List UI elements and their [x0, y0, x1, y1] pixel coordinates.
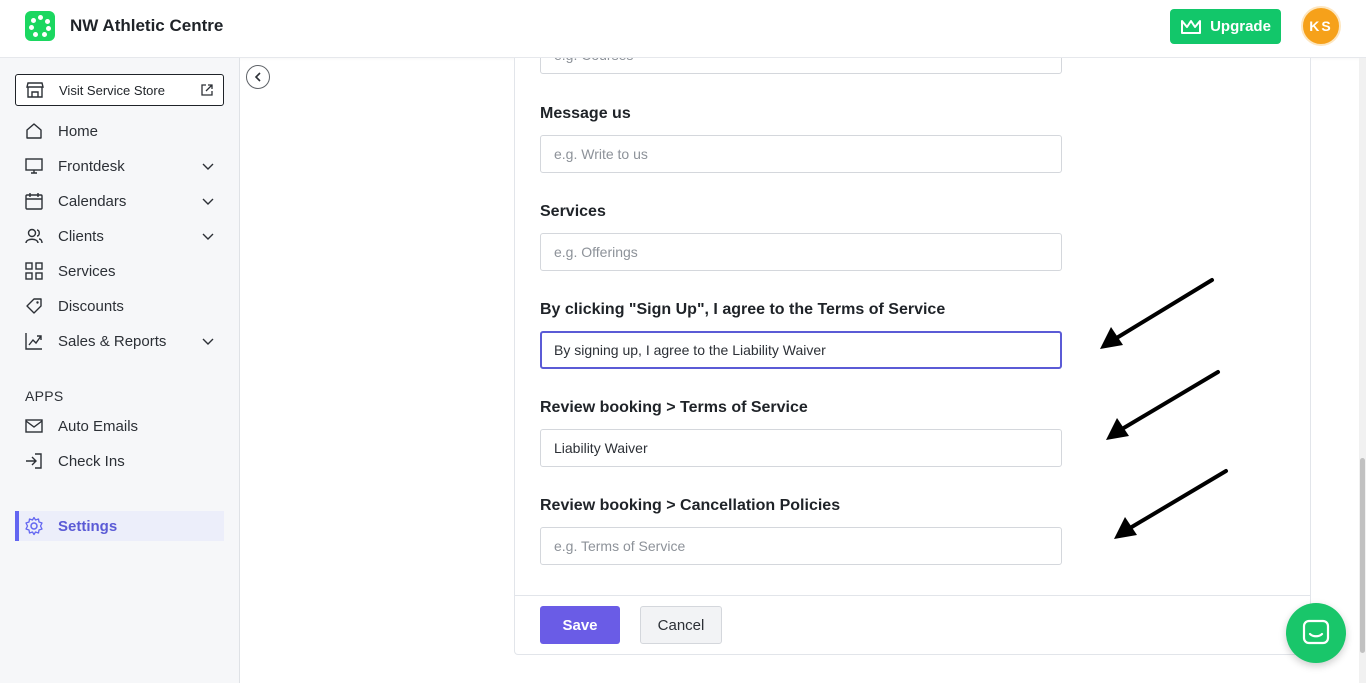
tag-icon	[24, 296, 44, 316]
annotation-arrow-icon	[1100, 278, 1214, 349]
field-label-review-terms: Review booking > Terms of Service	[540, 399, 808, 416]
sidebar-item-settings[interactable]: Settings	[15, 511, 224, 541]
external-link-icon	[201, 84, 213, 96]
chevron-down-icon[interactable]	[200, 193, 216, 209]
sidebar-item-check-ins[interactable]: Check Ins	[15, 446, 224, 476]
business-name: NW Athletic Centre	[70, 16, 224, 35]
page-scrollbar[interactable]	[1359, 58, 1366, 683]
apps-heading: APPS	[25, 388, 64, 404]
visit-service-store-label: Visit Service Store	[59, 82, 165, 98]
scrollbar-thumb[interactable]	[1360, 458, 1365, 653]
chevron-down-icon[interactable]	[200, 228, 216, 244]
top-bar: NW Athletic Centre Upgrade KS	[0, 0, 1366, 58]
chevron-down-icon[interactable]	[200, 158, 216, 174]
store-icon	[26, 82, 44, 98]
partial-field-container	[540, 58, 1062, 74]
sidebar-item-label: Check Ins	[58, 452, 125, 470]
services-field[interactable]	[540, 233, 1062, 271]
form-footer-divider	[515, 595, 1310, 596]
field-label-message-us: Message us	[540, 105, 631, 122]
sidebar-item-home[interactable]: Home	[15, 116, 224, 146]
field-label-review-cancellation: Review booking > Cancellation Policies	[540, 497, 841, 514]
calendar-icon	[24, 191, 44, 211]
sidebar-item-label: Settings	[58, 517, 118, 535]
home-icon	[24, 121, 44, 141]
chat-launcher-button[interactable]	[1286, 603, 1346, 663]
field-label-sign-up-terms: By clicking "Sign Up", I agree to the Te…	[540, 301, 946, 318]
grid-icon	[24, 261, 44, 281]
login-icon	[24, 451, 44, 471]
crown-icon	[1181, 19, 1202, 34]
save-button[interactable]: Save	[540, 606, 620, 644]
sign-up-terms-field[interactable]	[540, 331, 1062, 369]
sidebar-item-sales-reports[interactable]: Sales & Reports	[15, 326, 224, 356]
sidebar-item-label: Sales & Reports	[58, 332, 167, 350]
chevron-left-icon	[254, 72, 261, 82]
sidebar-item-services[interactable]: Services	[15, 256, 224, 286]
sidebar-item-discounts[interactable]: Discounts	[15, 291, 224, 321]
sidebar: Visit Service Store Home Frontdesk Calen…	[0, 58, 240, 683]
chart-icon	[24, 331, 44, 351]
sidebar-item-label: Home	[58, 122, 99, 140]
sidebar-item-calendars[interactable]: Calendars	[15, 186, 224, 216]
chevron-down-icon[interactable]	[200, 333, 216, 349]
mail-icon	[24, 416, 44, 436]
sidebar-item-label: Discounts	[58, 297, 124, 315]
cancel-button[interactable]: Cancel	[640, 606, 722, 644]
chat-icon	[1302, 619, 1330, 645]
sidebar-item-clients[interactable]: Clients	[15, 221, 224, 251]
sidebar-item-frontdesk[interactable]: Frontdesk	[15, 151, 224, 181]
sidebar-item-label: Auto Emails	[58, 417, 139, 435]
sidebar-item-label: Clients	[58, 227, 104, 245]
review-terms-field[interactable]	[540, 429, 1062, 467]
sidebar-item-label: Services	[58, 262, 116, 280]
annotation-arrow-icon	[1106, 370, 1220, 440]
annotation-arrow-icon	[1114, 469, 1228, 539]
upgrade-button[interactable]: Upgrade	[1170, 9, 1281, 44]
message-us-field[interactable]	[540, 135, 1062, 173]
monitor-icon	[24, 156, 44, 176]
brand-logo-icon[interactable]	[25, 11, 55, 41]
gear-icon	[24, 516, 44, 536]
visit-service-store-button[interactable]: Visit Service Store	[15, 74, 224, 106]
courses-field[interactable]	[540, 58, 1062, 74]
review-cancellation-field[interactable]	[540, 527, 1062, 565]
users-icon	[24, 226, 44, 246]
upgrade-label: Upgrade	[1210, 18, 1271, 35]
collapse-sidebar-button[interactable]	[246, 65, 270, 89]
sidebar-item-label: Calendars	[58, 192, 127, 210]
sidebar-item-label: Frontdesk	[58, 157, 125, 175]
field-label-services: Services	[540, 203, 606, 220]
user-avatar[interactable]: KS	[1301, 6, 1341, 46]
sidebar-item-auto-emails[interactable]: Auto Emails	[15, 411, 224, 441]
